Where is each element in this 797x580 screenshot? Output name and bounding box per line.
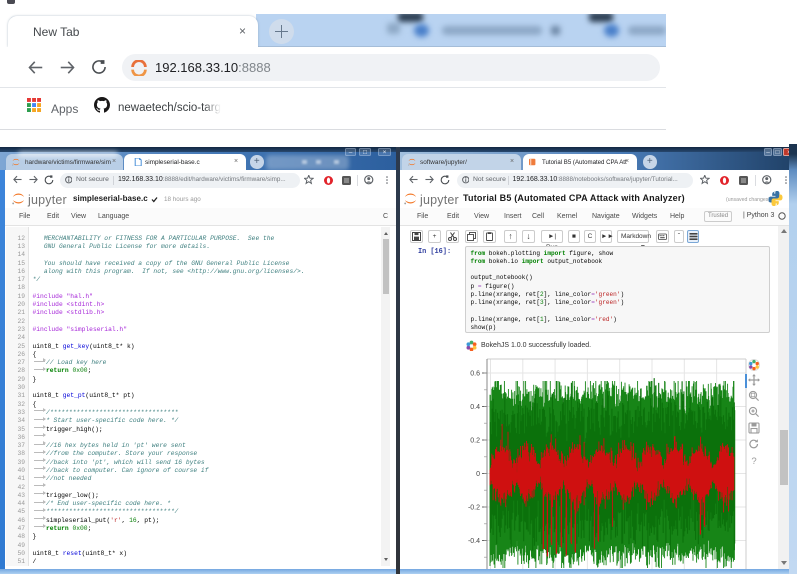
svg-text:0.2: 0.2 <box>470 437 480 444</box>
svg-text:0: 0 <box>476 471 480 478</box>
svg-text:-0.2: -0.2 <box>468 504 480 511</box>
svg-text:0.4: 0.4 <box>470 404 480 411</box>
svg-text:-0.4: -0.4 <box>468 538 480 545</box>
svg-text:0.6: 0.6 <box>470 370 480 377</box>
svg-text:?: ? <box>751 456 756 467</box>
